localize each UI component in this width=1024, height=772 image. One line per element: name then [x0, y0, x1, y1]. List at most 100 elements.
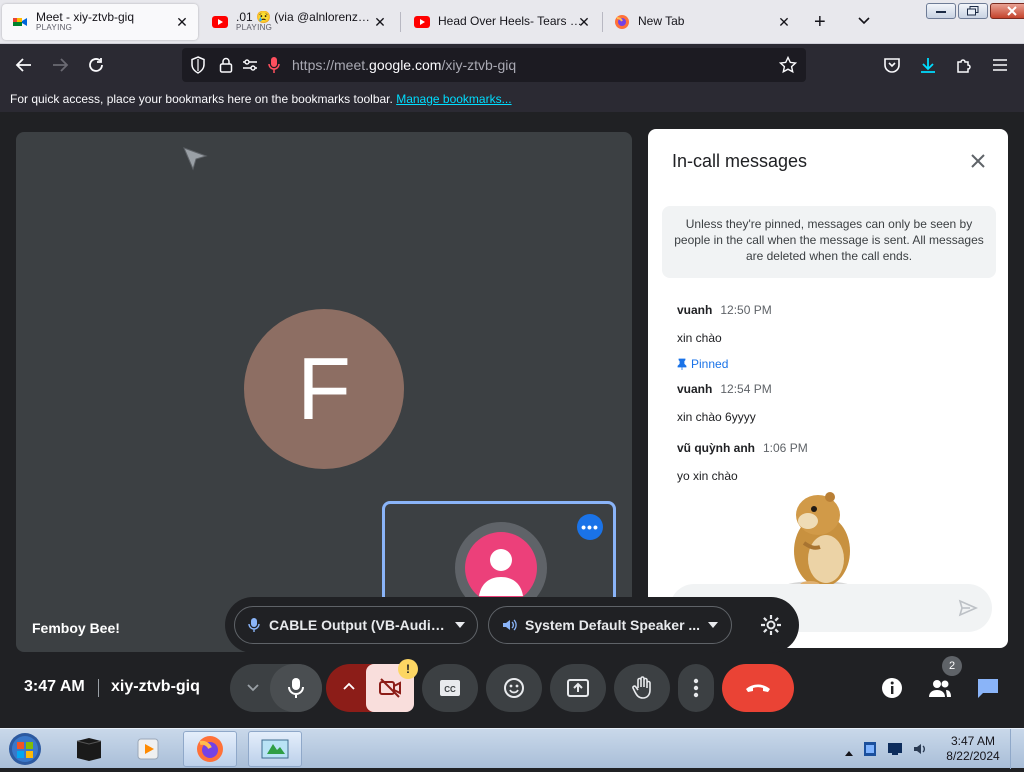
- pocket-icon[interactable]: [882, 55, 902, 75]
- tray-volume-icon[interactable]: [913, 742, 929, 761]
- captions-button[interactable]: CC: [422, 664, 478, 712]
- dropdown-arrow-icon: [708, 622, 719, 628]
- video-options-chevron-up-icon[interactable]: [342, 680, 356, 699]
- settings-gear-icon[interactable]: [759, 613, 783, 637]
- list-all-tabs-chevron-icon[interactable]: [856, 12, 872, 33]
- microphone-toggle-button[interactable]: [270, 664, 322, 712]
- taskbar-app-terminal-icon[interactable]: [62, 731, 116, 767]
- minimize-window-icon[interactable]: [926, 3, 956, 19]
- leave-call-button[interactable]: [722, 664, 794, 712]
- meeting-code[interactable]: xiy-ztvb-giq: [111, 678, 200, 696]
- speaker-select-label: System Default Speaker ...: [525, 617, 701, 633]
- message-sender: vũ quỳnh anh: [677, 441, 755, 455]
- closed-captions-icon: CC: [440, 680, 460, 696]
- more-options-button[interactable]: [678, 664, 714, 712]
- meet-favicon-icon: [12, 14, 28, 30]
- restore-window-icon[interactable]: [958, 3, 988, 19]
- call-controls-bar: 3:47 AM xiy-ztvb-giq ! CC 2: [0, 652, 1024, 728]
- people-icon[interactable]: [928, 676, 952, 700]
- raise-hand-button[interactable]: [614, 664, 670, 712]
- permissions-sliders-icon[interactable]: [240, 55, 260, 75]
- more-vertical-icon: [693, 678, 699, 698]
- in-call-messages-panel: In-call messages Unless they're pinned, …: [648, 129, 1008, 648]
- present-screen-icon: [567, 679, 589, 697]
- tab-title: Head Over Heels- Tears For: [438, 15, 582, 29]
- svg-text:CC: CC: [444, 685, 456, 694]
- back-arrow-icon[interactable]: [14, 55, 34, 75]
- tab-youtube-1[interactable]: .01 😢 (via @alnlorenzo/TT PLAYING ✕: [202, 4, 396, 40]
- tab-new-tab[interactable]: New Tab ✕: [604, 4, 800, 40]
- show-hidden-icons-arrow-icon[interactable]: [845, 743, 853, 761]
- start-button-icon[interactable]: [6, 731, 44, 767]
- camera-off-icon: [379, 678, 401, 698]
- system-tray: [845, 741, 929, 762]
- message-sender: vuanh: [677, 303, 713, 317]
- close-tab-icon[interactable]: ✕: [174, 14, 190, 30]
- extensions-puzzle-icon[interactable]: [954, 55, 974, 75]
- taskbar-clock[interactable]: 3:47 AM 8/22/2024: [944, 734, 1002, 764]
- taskbar-app-firefox-icon[interactable]: [183, 731, 237, 767]
- audio-device-bar: CABLE Output (VB-Audio... System Default…: [225, 597, 799, 653]
- hang-up-phone-icon: [746, 684, 770, 692]
- tray-app-icon[interactable]: [863, 741, 877, 762]
- speaker-icon: [503, 619, 517, 631]
- reactions-button[interactable]: [486, 664, 542, 712]
- tab-meet[interactable]: Meet - xiy-ztvb-giq PLAYING ✕: [2, 4, 198, 40]
- tab-youtube-2[interactable]: Head Over Heels- Tears For ✕: [404, 4, 600, 40]
- speaker-select[interactable]: System Default Speaker ...: [488, 606, 732, 644]
- message-time: 12:54 PM: [720, 382, 772, 396]
- message-time: 1:06 PM: [763, 441, 808, 455]
- tracking-protection-shield-icon[interactable]: [188, 55, 208, 75]
- new-tab-plus-icon[interactable]: +: [814, 12, 826, 32]
- url-prefix: https://meet.: [292, 57, 370, 73]
- navigation-toolbar: https://meet.google.com/xiy-ztvb-giq: [0, 44, 1024, 86]
- message-sender: vuanh: [677, 382, 713, 396]
- chat-message: vuanh 12:54 PM xin chào 6yyyy: [677, 380, 772, 424]
- bookmarks-toolbar: For quick access, place your bookmarks h…: [0, 86, 1024, 112]
- cursor-pointer-icon: [182, 146, 208, 177]
- tab-title: New Tab: [638, 15, 685, 29]
- lock-icon[interactable]: [216, 55, 236, 75]
- send-message-icon[interactable]: [958, 598, 978, 618]
- close-tab-icon[interactable]: ✕: [372, 14, 388, 30]
- message-time: 12:50 PM: [720, 303, 772, 317]
- microphone-select-label: CABLE Output (VB-Audio...: [269, 617, 447, 633]
- window-controls: [926, 3, 1024, 19]
- chat-privacy-notice: Unless they're pinned, messages can only…: [662, 206, 996, 278]
- camera-warning-badge[interactable]: !: [398, 659, 418, 679]
- close-tab-icon[interactable]: ✕: [776, 14, 792, 30]
- chat-message: vuanh 12:50 PM xin chào Pinned: [677, 301, 772, 371]
- message-text: xin chào 6yyyy: [677, 410, 756, 424]
- taskbar-app-media-player-icon[interactable]: [122, 731, 176, 767]
- manage-bookmarks-link[interactable]: Manage bookmarks...: [396, 92, 511, 106]
- chat-bubble-icon[interactable]: [976, 676, 1000, 700]
- meeting-details-info-icon[interactable]: [880, 676, 904, 700]
- close-panel-icon[interactable]: [968, 151, 988, 171]
- reload-icon[interactable]: [86, 55, 106, 75]
- tray-network-monitor-icon[interactable]: [887, 742, 903, 761]
- hamster-sticker-image: [784, 492, 852, 593]
- hamburger-menu-icon[interactable]: [990, 55, 1010, 75]
- microphone-in-use-icon[interactable]: [264, 55, 284, 75]
- pinned-label: Pinned: [691, 357, 729, 371]
- url-domain: google.com: [369, 57, 442, 73]
- show-desktop-button[interactable]: [1010, 729, 1024, 769]
- present-screen-button[interactable]: [550, 664, 606, 712]
- close-window-icon[interactable]: [990, 3, 1024, 19]
- microphone-icon: [288, 678, 304, 698]
- raise-hand-icon: [632, 676, 651, 699]
- address-bar[interactable]: https://meet.google.com/xiy-ztvb-giq: [182, 48, 806, 82]
- bookmark-star-icon[interactable]: [778, 55, 798, 75]
- downloads-icon[interactable]: [918, 55, 938, 75]
- close-tab-icon[interactable]: ✕: [576, 14, 592, 30]
- tab-separator: [602, 12, 603, 32]
- audio-options-chevron-icon[interactable]: [246, 680, 260, 699]
- forward-arrow-icon[interactable]: [50, 55, 70, 75]
- pinned-indicator[interactable]: Pinned: [677, 357, 772, 371]
- taskbar-app-window-icon[interactable]: [248, 731, 302, 767]
- url-text[interactable]: https://meet.google.com/xiy-ztvb-giq: [292, 57, 516, 73]
- microphone-select[interactable]: CABLE Output (VB-Audio...: [234, 606, 478, 644]
- self-view-more-options-button[interactable]: •••: [577, 514, 603, 540]
- taskbar-time: 3:47 AM: [950, 734, 996, 748]
- emoji-smile-icon: [504, 678, 524, 698]
